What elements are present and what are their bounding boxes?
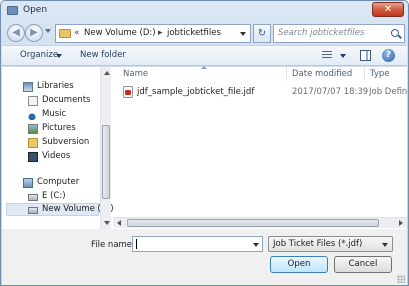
file-name[interactable]: jdf_sample_jobticket_file.jdf — [137, 87, 254, 97]
scroll-right-icon[interactable] — [399, 220, 403, 226]
file-type-filter[interactable]: Job Ticket Files (*.jdf) — [268, 236, 393, 252]
text-cursor — [136, 239, 137, 249]
chevron-down-icon[interactable] — [382, 243, 388, 247]
sidebar-item-label: Music — [42, 109, 67, 119]
dialog-footer: File name: Job Ticket Files (*.jdf) Open… — [2, 229, 407, 285]
open-dialog: Open ✕ ◀ ▶ « New Volume (D:) ▸ jobticket… — [0, 0, 409, 286]
sidebar-item-label: Computer — [37, 177, 80, 187]
title-bar: Open ✕ — [1, 1, 408, 21]
sidebar-item-label: Documents — [42, 95, 91, 105]
recent-locations-icon[interactable] — [45, 29, 51, 33]
sidebar-scrollbar[interactable] — [100, 67, 111, 229]
content-area: Libraries Documents Music Pictures Subve… — [2, 66, 407, 229]
breadcrumb-jobticketfiles[interactable]: jobticketfiles — [167, 28, 221, 38]
navigation-pane: Libraries Documents Music Pictures Subve… — [2, 67, 114, 229]
file-name-label: File name: — [91, 240, 135, 250]
preview-pane-icon[interactable] — [360, 50, 371, 61]
resize-grip[interactable] — [397, 275, 405, 283]
file-name-input[interactable] — [132, 236, 263, 252]
new-folder-button[interactable]: New folder — [80, 50, 126, 60]
pictures-icon — [28, 124, 38, 134]
column-header-name[interactable]: Name — [123, 69, 148, 79]
music-icon — [28, 110, 38, 120]
sidebar-item-label: Videos — [42, 151, 71, 161]
folder-icon — [59, 29, 71, 38]
file-type: Job Defini — [369, 87, 407, 97]
help-icon[interactable]: ? — [382, 49, 395, 62]
views-dropdown-icon[interactable] — [340, 54, 346, 58]
documents-icon — [28, 96, 38, 106]
window-icon — [7, 6, 18, 15]
scrollbar-thumb[interactable] — [102, 125, 110, 199]
breadcrumb-separator[interactable]: ▸ — [158, 28, 163, 38]
organize-dropdown-icon[interactable] — [56, 54, 62, 58]
drive-icon — [28, 194, 38, 201]
library-icon — [23, 82, 33, 92]
open-button[interactable]: Open — [270, 256, 328, 273]
address-dropdown-icon[interactable] — [240, 32, 246, 36]
file-type-filter-value: Job Ticket Files (*.jdf) — [273, 239, 363, 249]
organize-button[interactable]: Organize — [20, 50, 58, 60]
address-bar[interactable]: « New Volume (D:) ▸ jobticketfiles — [55, 24, 251, 43]
window-title: Open — [23, 5, 48, 15]
search-input[interactable]: Search jobticketfiles — [273, 24, 405, 43]
videos-icon — [28, 152, 38, 162]
table-row[interactable]: jdf_sample_jobticket_file.jdf 2017/07/07… — [119, 85, 407, 99]
scrollbar-thumb[interactable] — [127, 219, 379, 227]
pdf-file-icon — [123, 86, 133, 98]
drive-icon — [28, 207, 38, 214]
views-icon[interactable] — [322, 51, 332, 60]
file-date-modified: 2017/07/07 18:39 — [292, 87, 369, 97]
search-icon[interactable] — [391, 29, 399, 37]
scroll-up-icon[interactable] — [104, 71, 110, 75]
sort-ascending-icon — [201, 66, 207, 69]
search-placeholder: Search jobticketfiles — [278, 28, 365, 38]
sidebar-item-label: Libraries — [37, 81, 74, 91]
scroll-down-icon[interactable] — [104, 221, 110, 225]
command-bar: Organize New folder ? — [2, 45, 407, 66]
sidebar-item-label: E (C:) — [42, 191, 66, 201]
navigation-bar: ◀ ▶ « New Volume (D:) ▸ jobticketfiles ↻… — [3, 21, 406, 45]
column-header-type[interactable]: Type — [370, 69, 390, 79]
column-separator[interactable] — [364, 67, 365, 81]
column-separator[interactable] — [286, 67, 287, 81]
computer-icon — [23, 178, 33, 188]
back-button[interactable]: ◀ — [7, 24, 25, 42]
cancel-button[interactable]: Cancel — [334, 256, 392, 273]
forward-button[interactable]: ▶ — [25, 24, 43, 42]
refresh-button[interactable]: ↻ — [253, 24, 271, 43]
overflow-chevron[interactable]: « — [74, 28, 80, 38]
close-button[interactable]: ✕ — [372, 2, 404, 17]
file-name-dropdown-icon[interactable] — [253, 243, 259, 247]
horizontal-scrollbar[interactable] — [113, 217, 407, 228]
folder-icon — [28, 138, 38, 148]
sidebar-item-label: Subversion — [42, 137, 90, 147]
breadcrumb-new-volume[interactable]: New Volume (D:) — [84, 28, 156, 38]
scroll-left-icon[interactable] — [117, 220, 121, 226]
sidebar-item-label: Pictures — [42, 123, 76, 133]
column-header-date[interactable]: Date modified — [292, 69, 352, 79]
file-list: Name Date modified Type jdf_sample_jobti… — [113, 66, 407, 229]
